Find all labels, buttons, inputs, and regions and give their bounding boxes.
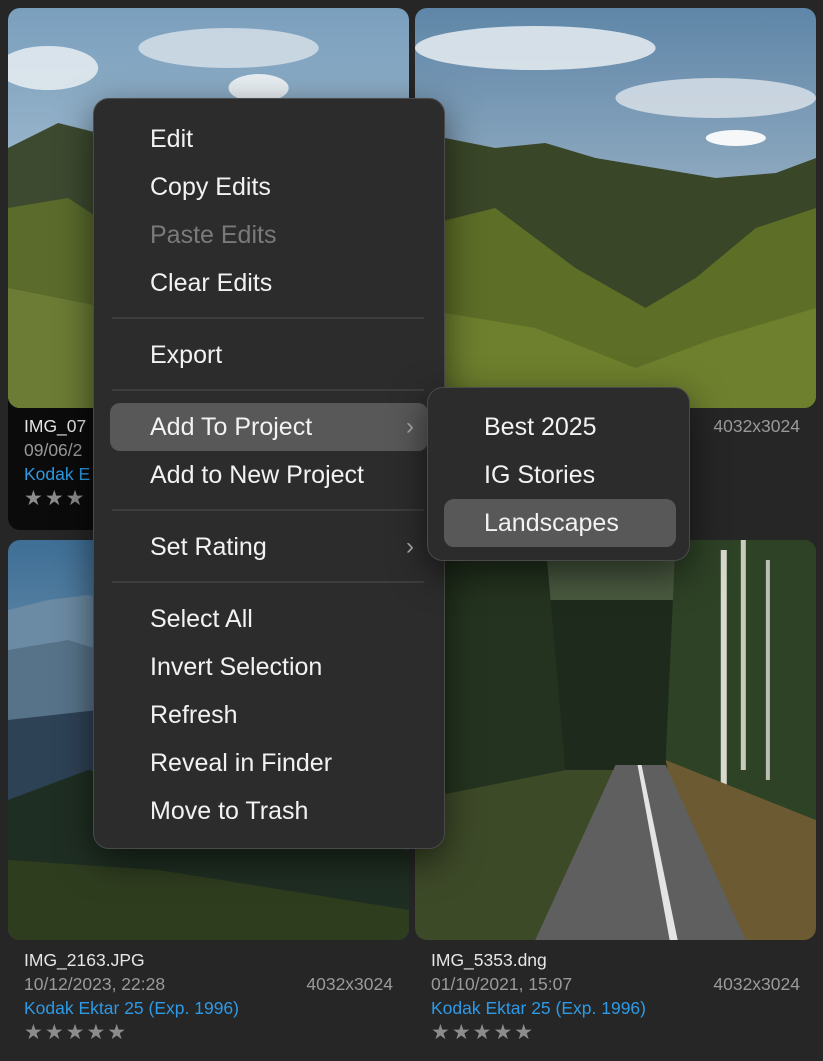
menu-item-label: Refresh	[150, 701, 238, 729]
menu-item-label: Move to Trash	[150, 797, 309, 825]
submenu-item-ig-stories[interactable]: IG Stories	[444, 451, 676, 499]
menu-separator	[112, 389, 424, 391]
menu-item-add-to-project[interactable]: Add To Project ›	[110, 403, 428, 451]
menu-item-copy-edits[interactable]: Copy Edits	[110, 163, 428, 211]
menu-item-move-to-trash[interactable]: Move to Trash	[110, 787, 428, 835]
submenu-item-landscapes[interactable]: Landscapes	[444, 499, 676, 547]
chevron-right-icon: ›	[406, 533, 414, 560]
project-submenu: Best 2025 IG Stories Landscapes	[427, 387, 690, 561]
photo-dimensions: 4032x3024	[713, 974, 800, 994]
photo-metadata: IMG_5353.dng 01/10/2021, 15:07 4032x3024…	[431, 948, 800, 1046]
menu-item-export[interactable]: Export	[110, 331, 428, 379]
menu-item-label: Reveal in Finder	[150, 749, 333, 777]
menu-item-edit[interactable]: Edit	[110, 115, 428, 163]
photo-thumbnail[interactable]	[415, 8, 816, 408]
menu-item-label: Set Rating	[150, 533, 267, 561]
menu-item-label: Clear Edits	[150, 269, 273, 297]
menu-item-label: Edit	[150, 125, 194, 153]
menu-item-label: Add To Project	[150, 413, 313, 441]
menu-item-set-rating[interactable]: Set Rating ›	[110, 523, 428, 571]
photo-filename: IMG_5353.dng	[431, 950, 547, 970]
photo-date: 09/06/2	[24, 440, 83, 460]
photo-card[interactable]: IMG_5353.dng 01/10/2021, 15:07 4032x3024…	[415, 540, 816, 1052]
menu-item-paste-edits: Paste Edits	[110, 211, 428, 259]
context-menu: Edit Copy Edits Paste Edits Clear Edits …	[93, 98, 445, 849]
photo-recipe-link[interactable]: Kodak Ektar 25 (Exp. 1996)	[431, 996, 800, 1020]
star-rating[interactable]: ★★★★★	[431, 1020, 800, 1046]
chevron-right-icon: ›	[406, 413, 414, 440]
menu-item-label: Invert Selection	[150, 653, 323, 681]
photo-thumbnail[interactable]	[415, 540, 816, 940]
photo-filename: IMG_2163.JPG	[24, 950, 145, 970]
submenu-item-label: Landscapes	[484, 509, 619, 537]
menu-item-label: Paste Edits	[150, 221, 277, 249]
photo-recipe-link[interactable]: Kodak Ektar 25 (Exp. 1996)	[24, 996, 393, 1020]
menu-separator	[112, 509, 424, 511]
photo-dimensions: 4032x3024	[713, 416, 800, 436]
menu-separator	[112, 581, 424, 583]
menu-item-invert-selection[interactable]: Invert Selection	[110, 643, 428, 691]
submenu-item-label: Best 2025	[484, 413, 597, 441]
menu-item-label: Copy Edits	[150, 173, 271, 201]
menu-item-label: Add to New Project	[150, 461, 364, 489]
photo-dimensions: 4032x3024	[306, 974, 393, 994]
menu-item-select-all[interactable]: Select All	[110, 595, 428, 643]
menu-item-add-to-new-project[interactable]: Add to New Project	[110, 451, 428, 499]
submenu-item-best-2025[interactable]: Best 2025	[444, 403, 676, 451]
photo-metadata: IMG_2163.JPG 10/12/2023, 22:28 4032x3024…	[24, 948, 393, 1046]
menu-item-clear-edits[interactable]: Clear Edits	[110, 259, 428, 307]
menu-separator	[112, 317, 424, 319]
menu-item-label: Select All	[150, 605, 253, 633]
photo-date: 10/12/2023, 22:28	[24, 974, 166, 994]
submenu-item-label: IG Stories	[484, 461, 596, 489]
photo-date: 01/10/2021, 15:07	[431, 974, 573, 994]
star-rating[interactable]: ★★★★★	[24, 1020, 393, 1046]
menu-item-label: Export	[150, 341, 223, 369]
menu-item-reveal-in-finder[interactable]: Reveal in Finder	[110, 739, 428, 787]
menu-item-refresh[interactable]: Refresh	[110, 691, 428, 739]
